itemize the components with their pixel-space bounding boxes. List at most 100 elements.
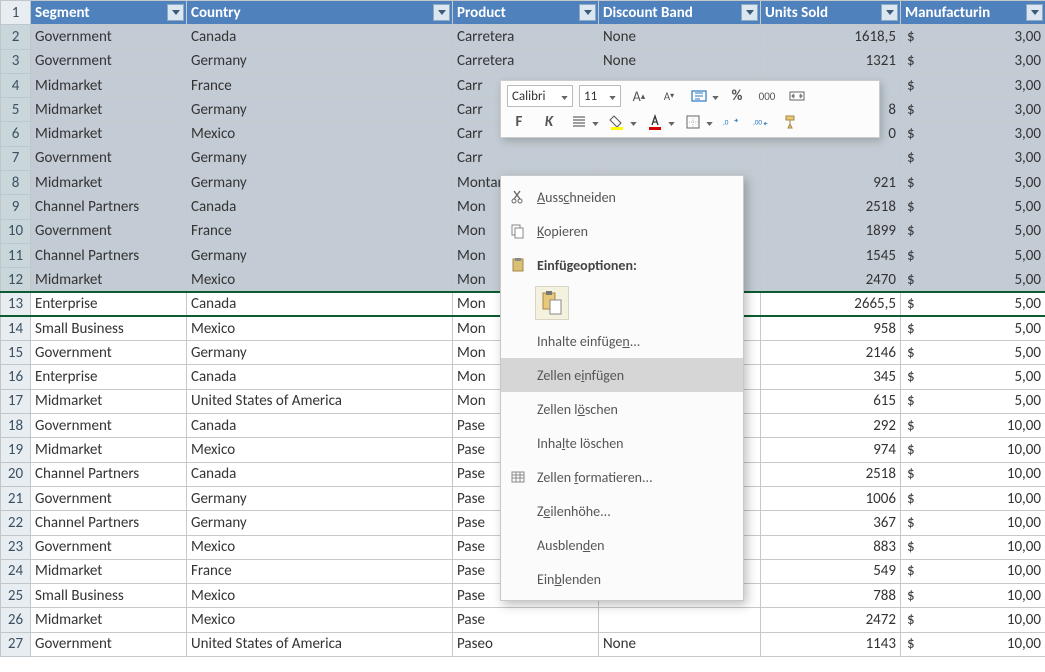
font-name-dropdown[interactable]: Calibri	[507, 85, 573, 107]
cell-segment[interactable]: Government	[31, 535, 187, 559]
cell-country[interactable]: Mexico	[187, 438, 453, 462]
cell-price[interactable]: $3,00	[901, 25, 1045, 49]
cell-segment[interactable]: Government	[31, 632, 187, 656]
cell-units[interactable]: 549	[761, 559, 901, 583]
filter-icon[interactable]	[1026, 4, 1043, 21]
cell-segment[interactable]: Enterprise	[31, 292, 187, 316]
cell-price[interactable]: $5,00	[901, 171, 1045, 195]
cell-units[interactable]: 615	[761, 389, 901, 413]
col-header-country[interactable]: Country	[187, 1, 453, 25]
comma-format-icon[interactable]: 000	[755, 85, 779, 107]
cell-country[interactable]: France	[187, 73, 453, 97]
col-header-segment[interactable]: Segment	[31, 1, 187, 25]
cell-segment[interactable]: Channel Partners	[31, 462, 187, 486]
cell-country[interactable]: Mexico	[187, 608, 453, 632]
cell-segment[interactable]: Channel Partners	[31, 243, 187, 267]
row-header[interactable]: 21	[1, 486, 31, 510]
cell-segment[interactable]: Channel Partners	[31, 511, 187, 535]
cell-country[interactable]: Canada	[187, 292, 453, 316]
cell-units[interactable]	[761, 146, 901, 170]
menu-unhide[interactable]: Einblenden	[501, 562, 743, 596]
cell-units[interactable]: 1006	[761, 486, 901, 510]
cell-units[interactable]: 1618,5	[761, 25, 901, 49]
cell-discount[interactable]	[599, 608, 761, 632]
cell-price[interactable]: $3,00	[901, 73, 1045, 97]
row-header[interactable]: 8	[1, 171, 31, 195]
cell-country[interactable]: Mexico	[187, 122, 453, 146]
cell-country[interactable]: Germany	[187, 243, 453, 267]
cell-price[interactable]: $5,00	[901, 389, 1045, 413]
decrease-decimal-icon[interactable]: ,00	[749, 111, 773, 133]
cell-price[interactable]: $3,00	[901, 98, 1045, 122]
row-header[interactable]: 4	[1, 73, 31, 97]
cell-country[interactable]: Canada	[187, 365, 453, 389]
menu-paste-default[interactable]	[501, 282, 743, 324]
cell-segment[interactable]: Government	[31, 49, 187, 73]
row-header[interactable]: 12	[1, 268, 31, 292]
row-header[interactable]: 14	[1, 316, 31, 340]
cell-segment[interactable]: Midmarket	[31, 608, 187, 632]
cell-units[interactable]: 292	[761, 414, 901, 438]
cell-country[interactable]: Germany	[187, 146, 453, 170]
cell-country[interactable]: Canada	[187, 462, 453, 486]
row-header[interactable]: 25	[1, 584, 31, 608]
cell-discount[interactable]: None	[599, 632, 761, 656]
menu-copy[interactable]: Kopieren	[501, 214, 743, 248]
row-header-1[interactable]: 1	[1, 1, 31, 25]
cell-country[interactable]: Canada	[187, 195, 453, 219]
format-painter-icon[interactable]	[779, 111, 803, 133]
cell-segment[interactable]: Government	[31, 414, 187, 438]
cell-segment[interactable]: Government	[31, 146, 187, 170]
cell-segment[interactable]: Midmarket	[31, 438, 187, 462]
cell-country[interactable]: United States of America	[187, 632, 453, 656]
percent-format-icon[interactable]: %	[725, 85, 749, 107]
row-header[interactable]: 18	[1, 414, 31, 438]
cell-units[interactable]: 1545	[761, 243, 901, 267]
cell-units[interactable]: 2470	[761, 268, 901, 292]
menu-delete-cells[interactable]: Zellen löschen	[501, 392, 743, 426]
cell-price[interactable]: $5,00	[901, 365, 1045, 389]
table-row[interactable]: 2GovernmentCanadaCarreteraNone1618,5$3,0…	[1, 25, 1045, 49]
cell-price[interactable]: $10,00	[901, 632, 1045, 656]
cell-price[interactable]: $3,00	[901, 122, 1045, 146]
cell-segment[interactable]: Small Business	[31, 584, 187, 608]
cell-country[interactable]: United States of America	[187, 389, 453, 413]
cell-product[interactable]: Carr	[453, 146, 599, 170]
cell-discount[interactable]: None	[599, 49, 761, 73]
col-header-units[interactable]: Units Sold	[761, 1, 901, 25]
cell-price[interactable]: $10,00	[901, 608, 1045, 632]
cell-segment[interactable]: Midmarket	[31, 559, 187, 583]
col-header-discount[interactable]: Discount Band	[599, 1, 761, 25]
cell-segment[interactable]: Government	[31, 25, 187, 49]
cell-price[interactable]: $10,00	[901, 559, 1045, 583]
cell-segment[interactable]: Government	[31, 219, 187, 243]
borders-icon[interactable]	[681, 111, 705, 133]
table-row[interactable]: 7GovernmentGermanyCarr$3,00	[1, 146, 1045, 170]
cell-price[interactable]: $5,00	[901, 195, 1045, 219]
cell-country[interactable]: Germany	[187, 49, 453, 73]
cell-segment[interactable]: Government	[31, 341, 187, 365]
cell-price[interactable]: $3,00	[901, 146, 1045, 170]
row-header[interactable]: 19	[1, 438, 31, 462]
cell-discount[interactable]: None	[599, 25, 761, 49]
row-header[interactable]: 5	[1, 98, 31, 122]
row-header[interactable]: 11	[1, 243, 31, 267]
cell-country[interactable]: Germany	[187, 486, 453, 510]
menu-paste-special[interactable]: Inhalte einfügen...	[501, 324, 743, 358]
row-header[interactable]: 24	[1, 559, 31, 583]
filter-icon[interactable]	[881, 4, 898, 21]
cell-units[interactable]: 367	[761, 511, 901, 535]
accounting-format-icon[interactable]	[687, 85, 711, 107]
col-header-manufacturing[interactable]: Manufacturin	[901, 1, 1045, 25]
cell-units[interactable]: 958	[761, 316, 901, 340]
cell-segment[interactable]: Midmarket	[31, 268, 187, 292]
cell-price[interactable]: $3,00	[901, 49, 1045, 73]
cell-price[interactable]: $10,00	[901, 535, 1045, 559]
decrease-font-icon[interactable]: A▾	[657, 85, 681, 107]
filter-icon[interactable]	[167, 4, 184, 21]
row-header[interactable]: 20	[1, 462, 31, 486]
row-header[interactable]: 9	[1, 195, 31, 219]
cell-units[interactable]: 345	[761, 365, 901, 389]
dropdown-caret-icon[interactable]	[706, 113, 713, 131]
cell-price[interactable]: $5,00	[901, 268, 1045, 292]
